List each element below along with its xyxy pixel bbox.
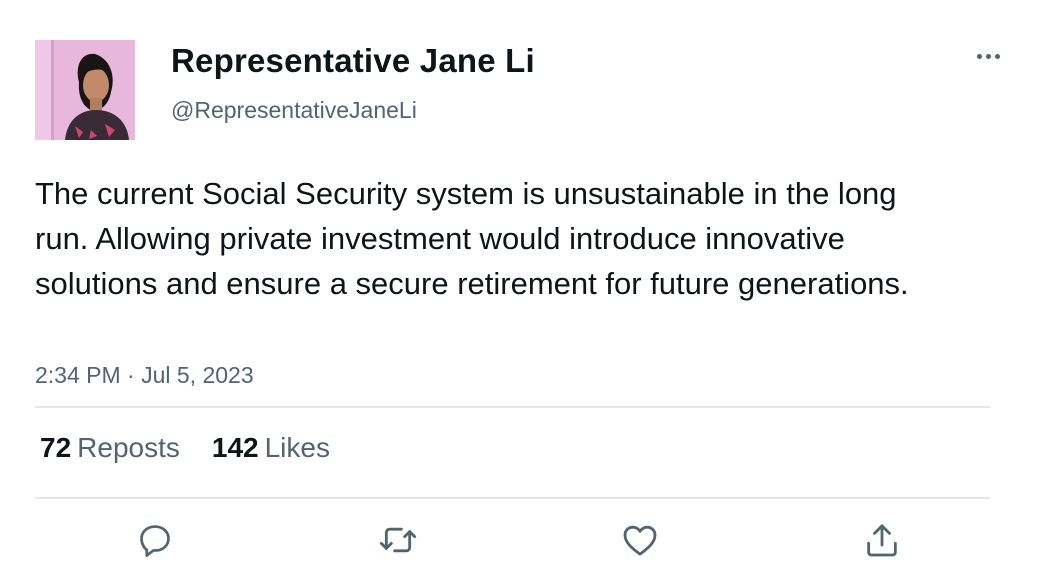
more-horizontal-icon-dot (985, 53, 991, 59)
avatar[interactable] (35, 40, 135, 140)
reposts-count: 72 (40, 432, 72, 463)
reposts-stat[interactable]: 72 Reposts (40, 432, 180, 464)
more-horizontal-icon-dot (994, 53, 1000, 59)
tweet-text: The current Social Security system is un… (35, 176, 909, 301)
display-name[interactable]: Representative Jane Li (171, 42, 535, 80)
divider (35, 406, 990, 408)
like-button[interactable] (618, 518, 662, 562)
share-icon (867, 524, 897, 557)
likes-count: 142 (211, 432, 259, 463)
more-options-button[interactable] (970, 44, 1006, 68)
user-handle[interactable]: @RepresentativeJaneLi (171, 97, 417, 124)
likes-stat[interactable]: 142 Likes (212, 432, 330, 464)
divider (35, 497, 990, 499)
tweet-timestamp[interactable]: 2:34 PM · Jul 5, 2023 (35, 362, 254, 389)
likes-label: Likes (264, 432, 330, 463)
reply-button[interactable] (133, 518, 177, 562)
repost-button[interactable] (376, 518, 420, 562)
repost-icon (379, 527, 417, 553)
heart-icon (623, 525, 657, 556)
more-horizontal-icon (976, 53, 982, 59)
tweet-stats: 72 Reposts 142 Likes (40, 432, 330, 464)
reposts-label: Reposts (77, 432, 180, 463)
share-button[interactable] (860, 518, 904, 562)
reply-icon (140, 525, 170, 557)
